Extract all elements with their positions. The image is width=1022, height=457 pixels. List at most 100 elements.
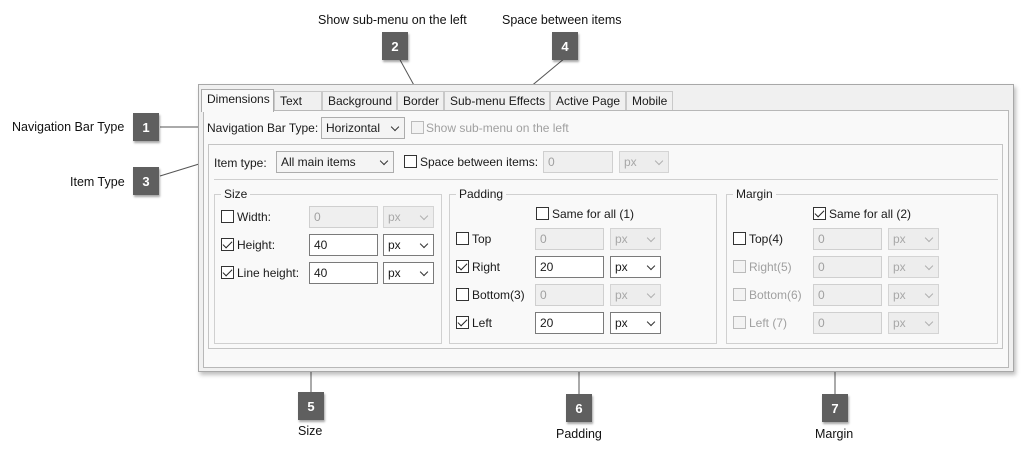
space-between-items-checkbox[interactable] [404,155,417,168]
padding-bottom-input[interactable]: 0 [535,284,604,306]
margin-right-input[interactable]: 0 [813,256,882,278]
chevron-down-icon [390,122,400,132]
callout-label-item-type: Item Type [70,175,125,189]
space-between-items-unit[interactable]: px [619,151,669,173]
margin-bottom-checkbox[interactable] [733,288,746,301]
unit-value: px [615,260,628,274]
padding-right-label: Right [472,260,501,274]
unit-value: px [615,232,628,246]
height-checkbox[interactable] [221,238,234,251]
padding-same-for-all-checkbox[interactable] [536,207,549,220]
padding-bottom-unit-select[interactable]: px [610,284,661,306]
tab-dimensions[interactable]: Dimensions [201,89,274,112]
margin-top-input[interactable]: 0 [813,228,882,250]
margin-top-checkbox[interactable] [733,232,746,245]
margin-bottom-unit-select[interactable]: px [888,284,939,306]
unit-value: px [388,266,401,280]
unit-value: px [615,316,628,330]
callout-label-padding: Padding [556,427,602,441]
chevron-down-icon [646,261,656,271]
nav-bar-type-select[interactable]: Horizontal [321,117,405,139]
tab-mobile[interactable]: Mobile [626,91,673,111]
size-group-title: Size [221,187,251,201]
chevron-down-icon [924,317,934,327]
unit-value: px [615,288,628,302]
padding-bottom-checkbox[interactable] [456,288,469,301]
callout-label-space-between: Space between items [502,13,622,27]
width-unit-select[interactable]: px [383,206,434,228]
callout-badge-5: 5 [298,392,324,420]
tab-border[interactable]: Border [397,91,444,111]
margin-top-unit-select[interactable]: px [888,228,939,250]
padding-same-for-all-label: Same for all (1) [552,207,635,221]
unit-value: px [388,238,401,252]
margin-top-label: Top(4) [749,232,784,246]
padding-left-input[interactable]: 20 [535,312,604,334]
callout-label-size: Size [298,424,323,438]
unit-value: px [624,155,637,169]
dimensions-panel: Navigation Bar Type: Horizontal Show sub… [203,110,1009,368]
callout-badge-3: 3 [133,167,159,195]
divider [214,179,998,180]
margin-left-checkbox[interactable] [733,316,746,329]
chevron-down-icon [646,317,656,327]
callout-badge-7: 7 [822,394,848,422]
chevron-down-icon [654,156,664,166]
height-input[interactable]: 40 [309,234,378,256]
show-submenu-left-label: Show sub-menu on the left [426,121,569,135]
show-submenu-left-checkbox[interactable] [411,121,424,134]
margin-group-title: Margin [733,187,776,201]
unit-value: px [388,210,401,224]
margin-right-checkbox[interactable] [733,260,746,273]
tab-text[interactable]: Text [274,91,322,111]
callout-badge-2: 2 [382,32,408,60]
tab-active-page[interactable]: Active Page [550,91,626,111]
padding-right-unit-select[interactable]: px [610,256,661,278]
margin-left-input[interactable]: 0 [813,312,882,334]
tab-background[interactable]: Background [322,91,397,111]
padding-top-unit-select[interactable]: px [610,228,661,250]
nav-bar-type-label: Navigation Bar Type: [207,121,319,135]
margin-bottom-label: Bottom(6) [749,288,802,302]
tab-submenu-effects[interactable]: Sub-menu Effects [444,91,550,111]
chevron-down-icon [419,211,429,221]
unit-value: px [893,288,906,302]
margin-left-label: Left (7) [749,316,788,330]
margin-left-unit-select[interactable]: px [888,312,939,334]
chevron-down-icon [646,289,656,299]
margin-bottom-input[interactable]: 0 [813,284,882,306]
padding-bottom-label: Bottom(3) [472,288,525,302]
margin-same-for-all-checkbox[interactable] [813,207,826,220]
line-height-input[interactable]: 40 [309,262,378,284]
item-type-label: Item type: [214,156,267,170]
margin-right-unit-select[interactable]: px [888,256,939,278]
margin-same-for-all-label: Same for all (2) [829,207,912,221]
chevron-down-icon [379,156,389,166]
line-height-checkbox[interactable] [221,266,234,279]
padding-left-unit-select[interactable]: px [610,312,661,334]
width-checkbox[interactable] [221,210,234,223]
width-input[interactable]: 0 [309,206,378,228]
padding-right-input[interactable]: 20 [535,256,604,278]
padding-left-checkbox[interactable] [456,316,469,329]
padding-group-title: Padding [456,187,507,201]
height-unit-select[interactable]: px [383,234,434,256]
margin-right-label: Right(5) [749,260,792,274]
padding-right-checkbox[interactable] [456,260,469,273]
callout-badge-1: 1 [133,113,159,141]
unit-value: px [893,260,906,274]
item-type-select[interactable]: All main items [276,151,394,173]
padding-top-checkbox[interactable] [456,232,469,245]
padding-top-input[interactable]: 0 [535,228,604,250]
callout-label-show-submenu: Show sub-menu on the left [318,13,467,27]
item-type-value: All main items [281,155,356,169]
line-height-label: Line height: [237,266,300,280]
width-label: Width: [237,210,272,224]
chevron-down-icon [924,233,934,243]
height-label: Height: [237,238,276,252]
line-height-unit-select[interactable]: px [383,262,434,284]
space-between-items-input[interactable]: 0 [543,151,613,173]
callout-badge-4: 4 [552,32,578,60]
unit-value: px [893,316,906,330]
space-between-items-label: Space between items: [420,155,539,169]
